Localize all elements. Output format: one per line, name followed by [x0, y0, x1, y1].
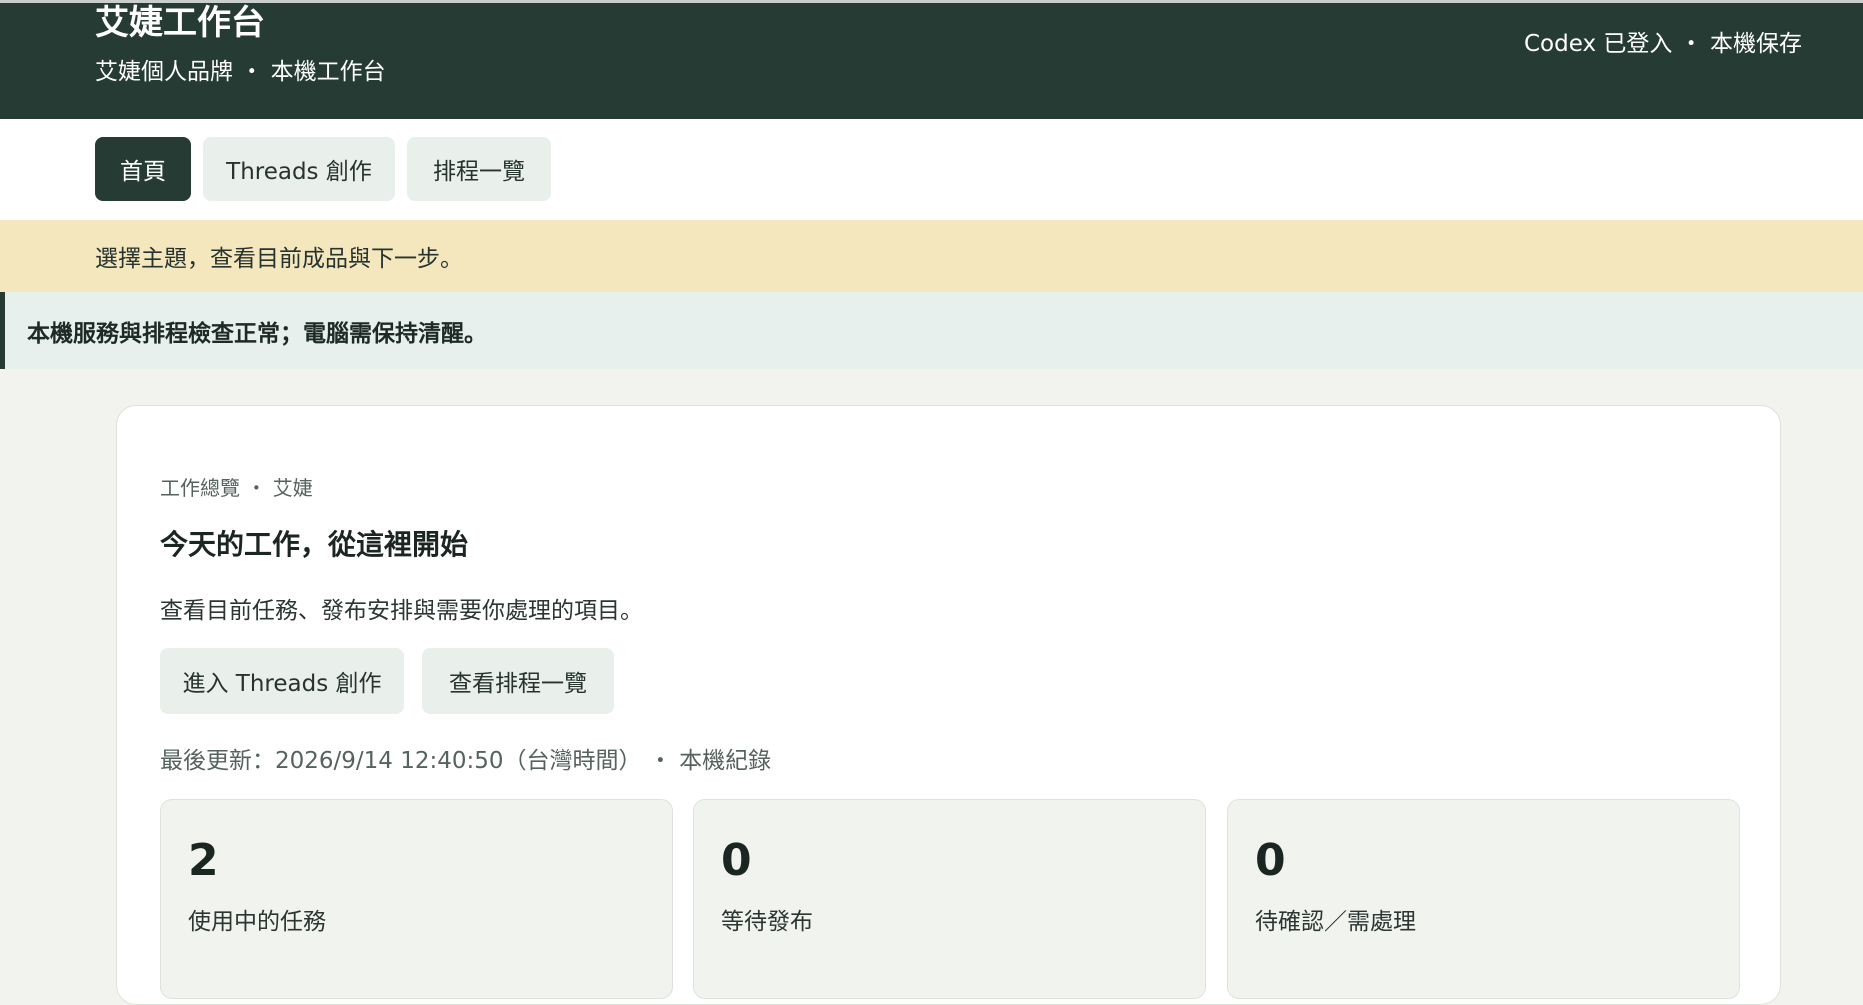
overview-card: 工作總覽 ・ 艾婕 今天的工作，從這裡開始 查看目前任務、發布安排與需要你處理的…	[116, 405, 1781, 1005]
last-updated-text: 最後更新：2026/9/14 12:40:50（台灣時間） ・ 本機紀錄	[160, 748, 772, 774]
stat-value: 2	[188, 835, 219, 886]
stat-label: 等待發布	[721, 909, 813, 935]
stat-pending-publish: 0 等待發布	[693, 799, 1206, 999]
overview-description: 查看目前任務、發布安排與需要你處理的項目。	[160, 598, 643, 624]
stat-value: 0	[1255, 835, 1286, 886]
tab-home[interactable]: 首頁	[95, 137, 191, 201]
stat-label: 待確認／需處理	[1255, 909, 1416, 935]
app-title: 艾婕工作台	[95, 3, 265, 43]
hint-banner: 選擇主題，查看目前成品與下一步。	[0, 220, 1863, 292]
view-schedule-button[interactable]: 查看排程一覽	[422, 648, 614, 714]
tab-threads-create[interactable]: Threads 創作	[203, 137, 395, 201]
enter-threads-button[interactable]: 進入 Threads 創作	[160, 648, 404, 714]
session-status: Codex 已登入 ・ 本機保存	[1523, 31, 1802, 57]
app-header: 艾婕工作台 艾婕個人品牌 ・ 本機工作台 Codex 已登入 ・ 本機保存	[0, 0, 1863, 119]
overview-title: 今天的工作，從這裡開始	[160, 528, 469, 561]
stat-needs-attention: 0 待確認／需處理	[1227, 799, 1740, 999]
overview-eyebrow: 工作總覽 ・ 艾婕	[160, 476, 313, 500]
tab-bar: 首頁 Threads 創作 排程一覽	[0, 119, 1863, 220]
stat-active-tasks: 2 使用中的任務	[160, 799, 673, 999]
app-subtitle: 艾婕個人品牌 ・ 本機工作台	[95, 59, 386, 85]
service-status-banner: 本機服務與排程檢查正常；電腦需保持清醒。	[0, 292, 1863, 369]
tab-schedule-list[interactable]: 排程一覽	[407, 137, 551, 201]
stat-value: 0	[721, 835, 752, 886]
stat-label: 使用中的任務	[188, 909, 326, 935]
